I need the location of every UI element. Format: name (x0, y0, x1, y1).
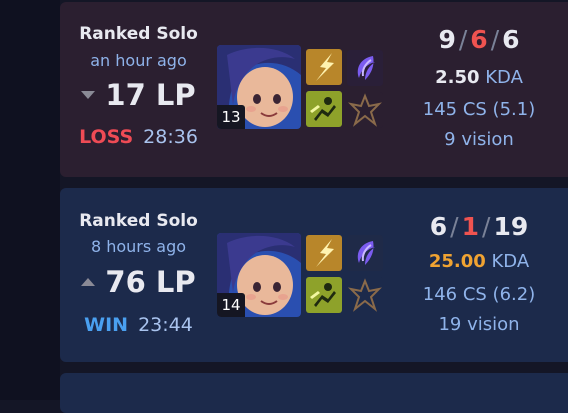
arrow-down-icon (81, 91, 96, 99)
vision-score: 19 vision (438, 314, 520, 335)
kills: 6 (429, 212, 448, 241)
match-stats: 6/1/19 25.00 KDA 146 CS (6.2) 19 vision (390, 188, 568, 362)
creep-score: 146 CS (6.2) (422, 284, 536, 305)
creep-score: 145 CS (5.1) (422, 99, 536, 120)
kda-line: 6/1/19 (390, 212, 568, 241)
kda-separator: / (490, 25, 500, 54)
kda-separator: / (450, 212, 459, 241)
lp-change: 17 LP (60, 78, 217, 112)
sorcery-rune-icon[interactable] (347, 92, 383, 128)
time-ago: 8 hours ago (90, 237, 187, 256)
match-card-win[interactable]: Ranked Solo 8 hours ago 76 LP WIN 23:44 … (60, 188, 568, 362)
vision-score: 9 vision (444, 129, 514, 150)
kda-line: 9/6/6 (390, 25, 568, 54)
kda-ratio-value: 25.00 (428, 251, 486, 272)
arrow-up-icon (81, 278, 96, 286)
side-rail (0, 0, 60, 400)
lp-value: 17 LP (105, 78, 196, 112)
queue-type: Ranked Solo (79, 211, 198, 231)
flash-spell-icon[interactable] (306, 49, 342, 85)
kda-ratio: 25.00 KDA (390, 251, 568, 272)
result-row: WIN 23:44 (60, 314, 217, 336)
electrocute-rune-icon[interactable] (347, 50, 383, 86)
match-stats: 9/6/6 2.50 KDA 145 CS (5.1) 9 vision (390, 2, 568, 177)
assists: 6 (502, 25, 520, 54)
lp-change: 76 LP (60, 265, 217, 299)
match-card-loss[interactable]: Ranked Solo an hour ago 17 LP LOSS 28:36… (60, 2, 568, 177)
match-card-partial[interactable] (60, 373, 568, 413)
champion-level: 13 (217, 105, 245, 129)
kda-ratio-label: KDA (485, 67, 523, 88)
kda-ratio-label: KDA (491, 251, 530, 272)
electrocute-rune-icon[interactable] (347, 235, 383, 271)
assists: 19 (493, 212, 529, 241)
kda-ratio: 2.50 KDA (390, 67, 568, 88)
result-label: LOSS (79, 126, 134, 148)
sorcery-rune-icon[interactable] (347, 277, 383, 313)
deaths: 6 (470, 25, 488, 54)
match-summary: Ranked Solo 8 hours ago 76 LP WIN 23:44 (60, 188, 217, 362)
time-ago: an hour ago (90, 51, 187, 70)
kda-ratio-value: 2.50 (435, 67, 480, 88)
duration: 23:44 (138, 314, 193, 336)
result-row: LOSS 28:36 (60, 126, 217, 148)
ignite-spell-icon[interactable] (306, 91, 342, 127)
result-label: WIN (84, 314, 129, 336)
queue-type: Ranked Solo (79, 24, 198, 44)
ignite-spell-icon[interactable] (306, 277, 342, 313)
kda-separator: / (482, 212, 491, 241)
duration: 28:36 (143, 126, 198, 148)
champion-level: 14 (217, 293, 245, 317)
match-summary: Ranked Solo an hour ago 17 LP LOSS 28:36 (60, 2, 217, 177)
flash-spell-icon[interactable] (306, 235, 342, 271)
kills: 9 (438, 25, 456, 54)
champion-portrait[interactable]: 14 (217, 233, 301, 317)
champion-portrait[interactable]: 13 (217, 45, 301, 129)
kda-separator: / (458, 25, 468, 54)
deaths: 1 (461, 212, 479, 241)
lp-value: 76 LP (105, 265, 196, 299)
